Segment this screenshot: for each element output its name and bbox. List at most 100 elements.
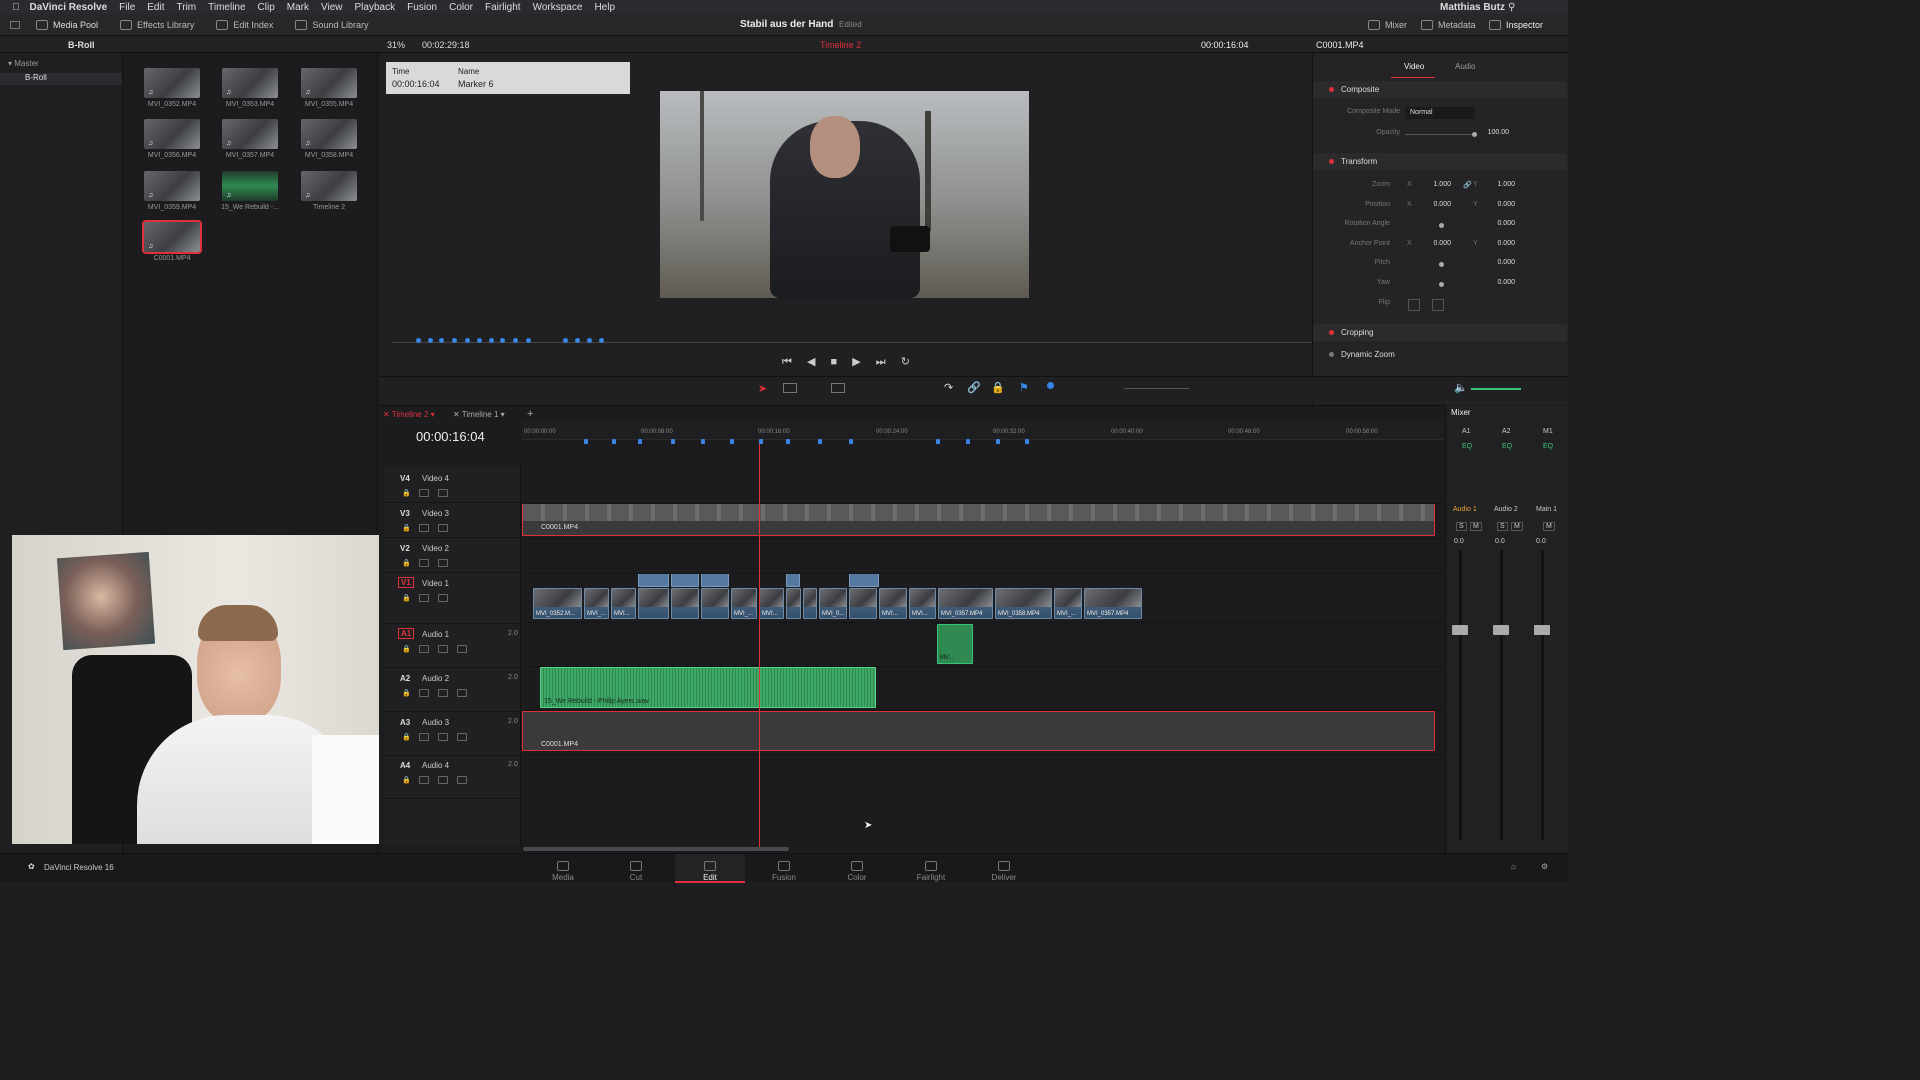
clip-v1[interactable]: [803, 588, 817, 619]
skip-start-icon[interactable]: ⏮: [782, 356, 792, 368]
marker-icon[interactable]: [1047, 382, 1054, 389]
media-pool-clip[interactable]: ♫: [222, 119, 278, 149]
user-name[interactable]: Matthias Butz: [1440, 2, 1505, 13]
menu-mark[interactable]: Mark: [287, 2, 309, 13]
marker-dot[interactable]: [452, 338, 457, 343]
marker-dot[interactable]: [575, 338, 580, 343]
panel-toggle-icon[interactable]: [10, 20, 20, 29]
menu-color[interactable]: Color: [449, 2, 473, 13]
clip-v2-effect[interactable]: [671, 573, 699, 587]
mute-icon[interactable]: [457, 689, 467, 697]
clip-a1[interactable]: MV...: [937, 624, 973, 664]
eq-m1[interactable]: EQ: [1543, 443, 1553, 450]
clip-a3-c0001[interactable]: C0001.MP4: [522, 711, 1435, 751]
track-header-a2[interactable]: A2 Audio 2 2.0 🔒: [384, 669, 521, 712]
timeline-marker[interactable]: [849, 439, 853, 444]
marker-dot[interactable]: [526, 338, 531, 343]
sound-library-button[interactable]: Sound Library: [295, 19, 368, 30]
track-header-v4[interactable]: V4 Video 4 🔒: [384, 469, 521, 503]
menu-fusion[interactable]: Fusion: [407, 2, 437, 13]
clip-v2-effect[interactable]: [849, 573, 879, 587]
solo-icon[interactable]: [438, 776, 448, 784]
menu-trim[interactable]: Trim: [177, 2, 197, 13]
media-pool-clip[interactable]: ♫: [222, 68, 278, 98]
timeline-marker[interactable]: [966, 439, 970, 444]
loop-icon[interactable]: ↻: [901, 356, 910, 368]
horizontal-scrollbar[interactable]: [523, 847, 789, 851]
menu-timeline[interactable]: Timeline: [208, 2, 245, 13]
track-output-icon[interactable]: [438, 524, 448, 532]
page-fairlight[interactable]: Fairlight: [896, 854, 966, 883]
timeline-marker[interactable]: [936, 439, 940, 444]
menu-edit[interactable]: Edit: [147, 2, 164, 13]
marker-dot[interactable]: [563, 338, 568, 343]
volume-slider[interactable]: [1471, 388, 1521, 390]
media-pool-clip[interactable]: ♫: [301, 119, 357, 149]
rotation-value[interactable]: 0.000: [1477, 220, 1515, 227]
opacity-slider[interactable]: [1405, 134, 1475, 135]
track-enable-icon[interactable]: [419, 689, 429, 697]
clip-v3-c0001[interactable]: C0001.MP4: [522, 503, 1435, 536]
menu-playback[interactable]: Playback: [355, 2, 396, 13]
mute-icon[interactable]: [457, 645, 467, 653]
clip-v1[interactable]: MVI_0...: [819, 588, 847, 619]
menu-fairlight[interactable]: Fairlight: [485, 2, 521, 13]
page-fusion[interactable]: Fusion: [749, 854, 819, 883]
playhead[interactable]: [759, 421, 760, 849]
tab-timeline-2[interactable]: ✕ Timeline 2 ▾: [383, 410, 435, 419]
media-pool-clip[interactable]: ♫: [301, 171, 357, 201]
menu-view[interactable]: View: [321, 2, 343, 13]
timeline-marker[interactable]: [701, 439, 705, 444]
eq-a2[interactable]: EQ: [1502, 443, 1512, 450]
stop-icon[interactable]: ■: [831, 356, 838, 368]
mixer-button[interactable]: Mixer: [1368, 19, 1407, 30]
page-media[interactable]: Media: [528, 854, 598, 883]
edit-index-button[interactable]: Edit Index: [216, 19, 273, 30]
pitch-knob[interactable]: [1439, 262, 1444, 267]
timeline-marker[interactable]: [612, 439, 616, 444]
clip-v1[interactable]: MVI...: [879, 588, 907, 619]
timeline-zoom-slider[interactable]: [1124, 388, 1189, 389]
track-header-a3[interactable]: A3 Audio 3 2.0 🔒: [384, 713, 521, 756]
volume-icon[interactable]: 🔈: [1454, 381, 1468, 394]
track-enable-icon[interactable]: [419, 776, 429, 784]
home-icon[interactable]: ⌂: [1511, 862, 1516, 871]
page-color[interactable]: Color: [822, 854, 892, 883]
clip-v1[interactable]: MVI...: [759, 588, 784, 619]
opacity-value[interactable]: 100.00: [1471, 129, 1509, 136]
timeline-marker[interactable]: [730, 439, 734, 444]
search-icon[interactable]: ⚲: [1508, 2, 1515, 13]
solo-a2[interactable]: S: [1497, 522, 1508, 531]
media-pool-clip[interactable]: ♫: [222, 171, 278, 201]
clip-v1[interactable]: MVI_0358.MP4: [995, 588, 1052, 619]
timeline-selector[interactable]: Timeline 2: [820, 40, 861, 50]
clip-v1[interactable]: [701, 588, 729, 619]
apple-icon[interactable]: : [12, 2, 20, 13]
clip-v1[interactable]: [849, 588, 877, 619]
clip-v1[interactable]: MVI_...: [584, 588, 609, 619]
marker-dot[interactable]: [439, 338, 444, 343]
flip-vertical-icon[interactable]: [1432, 299, 1444, 311]
clip-v1[interactable]: MVI...: [611, 588, 636, 619]
lock-icon[interactable]: 🔒: [991, 381, 1005, 394]
page-deliver[interactable]: Deliver: [969, 854, 1039, 883]
marker-dot[interactable]: [513, 338, 518, 343]
settings-gear-icon[interactable]: ⚙: [1541, 862, 1548, 871]
lock-icon[interactable]: 🔒: [402, 524, 412, 532]
zoom-level[interactable]: 31%: [387, 40, 405, 50]
solo-icon[interactable]: [438, 689, 448, 697]
inspector-button[interactable]: Inspector: [1489, 19, 1543, 30]
eq-a1[interactable]: EQ: [1462, 443, 1472, 450]
solo-icon[interactable]: [438, 645, 448, 653]
clip-v1[interactable]: MVI_...: [1054, 588, 1082, 619]
track-enable-icon[interactable]: [419, 524, 429, 532]
clip-v1[interactable]: MVI_0357.MP4: [1084, 588, 1142, 619]
marker-dot[interactable]: [500, 338, 505, 343]
track-header-v2[interactable]: V2 Video 2 🔒: [384, 539, 521, 573]
lock-icon[interactable]: 🔒: [402, 645, 412, 653]
enable-dot[interactable]: [1329, 330, 1334, 335]
lock-icon[interactable]: 🔒: [402, 594, 412, 602]
page-cut[interactable]: Cut: [601, 854, 671, 883]
position-y[interactable]: 0.000: [1477, 201, 1515, 208]
yaw-value[interactable]: 0.000: [1477, 279, 1515, 286]
